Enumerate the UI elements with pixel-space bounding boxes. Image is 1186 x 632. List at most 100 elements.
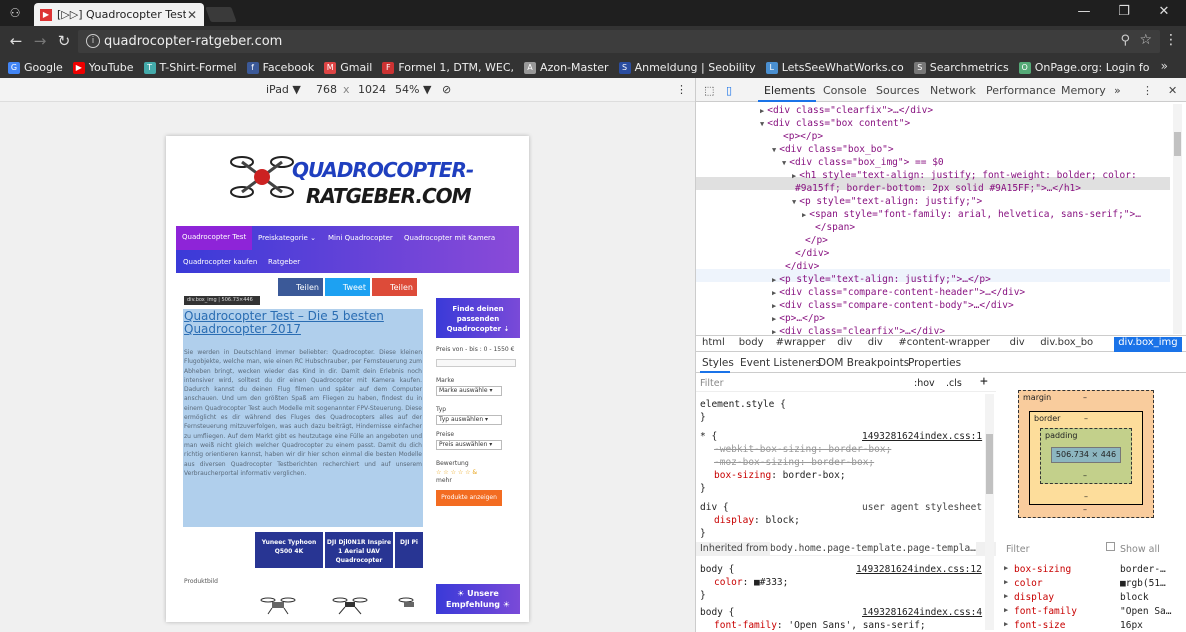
- computed-filter-input[interactable]: Filter: [1006, 544, 1030, 555]
- nav-item-kamera[interactable]: Quadrocopter mit Kamera: [404, 234, 495, 242]
- computed-row[interactable]: ▶ display block: [1002, 592, 1186, 606]
- display-decl[interactable]: display: block;: [714, 514, 800, 527]
- url-text[interactable]: quadrocopter-ratgeber.com: [104, 34, 282, 49]
- breadcrumb-item[interactable]: div: [837, 337, 852, 348]
- expand-arrow-icon[interactable]: ▶: [802, 211, 806, 219]
- recommendation-banner[interactable]: ☀ Unsere Empfehlung ☀: [436, 584, 520, 614]
- inspect-icon[interactable]: ⬚: [704, 84, 714, 97]
- nav-item-ratgeber[interactable]: Ratgeber: [268, 258, 300, 266]
- tab-memory[interactable]: Memory: [1061, 84, 1106, 97]
- close-window-button[interactable]: ✕: [1154, 4, 1174, 19]
- facebook-share-button[interactable]: Teilen: [278, 278, 323, 296]
- nav-item-mini[interactable]: Mini Quadrocopter: [328, 234, 393, 242]
- address-bar[interactable]: i quadrocopter-ratgeber.com ⚲ ☆: [78, 30, 1160, 53]
- dom-node[interactable]: ▶ <div class="compare-content-header">…</…: [772, 286, 1025, 299]
- tab-properties[interactable]: Properties: [908, 357, 961, 369]
- expand-arrow-icon[interactable]: ▶: [1004, 620, 1008, 628]
- site-logo[interactable]: QUADROCOPTER- RATGEBER.COM: [224, 144, 474, 224]
- typ-select[interactable]: Typ auswählen ▾: [436, 415, 502, 425]
- body-selector[interactable]: body {: [700, 563, 734, 576]
- more-tabs-icon[interactable]: »: [1114, 84, 1121, 97]
- computed-row[interactable]: ▶ box-sizing border-…: [1002, 564, 1186, 578]
- devtools-menu-icon[interactable]: ⋮: [1142, 84, 1153, 97]
- price-slider[interactable]: [436, 359, 516, 367]
- dom-node[interactable]: ▼ <div class="box_bo">: [772, 143, 894, 156]
- bookmark-item[interactable]: T T-Shirt-Formel: [143, 61, 237, 74]
- dom-node[interactable]: ▶ <span style="font-family: arial, helvet…: [802, 208, 1141, 221]
- box-model-margin[interactable]: margin – – border – – padding – 506.734 …: [1018, 390, 1154, 518]
- webkit-box-sizing[interactable]: -webkit-box-sizing: border-box;: [714, 443, 891, 456]
- tab-console[interactable]: Console: [823, 84, 867, 97]
- computed-row[interactable]: ▶ font-size 16px: [1002, 620, 1186, 632]
- moz-box-sizing[interactable]: -moz-box-sizing: border-box;: [714, 456, 874, 469]
- div-selector[interactable]: div {: [700, 501, 729, 514]
- finder-banner[interactable]: Finde deinen passenden Quadrocopter ⇣: [436, 298, 520, 338]
- font-family-decl[interactable]: font-family: 'Open Sans', sans-serif;: [714, 619, 926, 632]
- breadcrumb-item[interactable]: div.box_img: [1114, 337, 1182, 352]
- expand-arrow-icon[interactable]: ▼: [760, 120, 764, 128]
- breadcrumb-item[interactable]: #content-wrapper: [898, 337, 990, 348]
- dom-node[interactable]: ▼ <p style="text-align: justify;">: [792, 195, 982, 208]
- expand-arrow-icon[interactable]: ▶: [772, 289, 776, 297]
- bookmark-item[interactable]: f Facebook: [246, 61, 314, 74]
- rating-stars[interactable]: ☆ ☆ ☆ ☆ ☆ &: [436, 469, 520, 476]
- expand-arrow-icon[interactable]: ▶: [760, 107, 764, 115]
- breadcrumb-item[interactable]: div: [868, 337, 883, 348]
- expand-arrow-icon[interactable]: ▼: [792, 198, 796, 206]
- expand-arrow-icon[interactable]: ▶: [772, 315, 776, 323]
- new-rule-button[interactable]: +: [980, 375, 988, 388]
- nav-item-test[interactable]: Quadrocopter Test: [176, 226, 253, 250]
- breadcrumb-item[interactable]: div.box_bo: [1040, 337, 1093, 348]
- product-header[interactable]: DJI Djl0N1R Inspire 1 Aerial UAV Quadroc…: [325, 532, 393, 568]
- bookmark-item[interactable]: M Gmail: [324, 61, 372, 74]
- dom-node[interactable]: ▶ <p style="text-align: justify;">…</p>: [772, 273, 991, 286]
- tab-network[interactable]: Network: [930, 84, 976, 97]
- forward-icon[interactable]: →: [30, 32, 50, 50]
- cls-toggle[interactable]: .cls: [946, 377, 962, 390]
- dom-node[interactable]: ▼ <div class="box content">: [760, 117, 910, 130]
- box-sizing-decl[interactable]: box-sizing: border-box;: [714, 469, 846, 482]
- dom-scrollbar[interactable]: [1173, 104, 1182, 334]
- expand-arrow-icon[interactable]: ▼: [772, 146, 776, 154]
- expand-arrow-icon[interactable]: ▼: [782, 159, 786, 167]
- dom-node[interactable]: ▶ <div class="clearfix">…</div>: [760, 104, 933, 117]
- device-select[interactable]: iPad ▼: [266, 83, 301, 96]
- scroll-thumb[interactable]: [986, 434, 993, 494]
- tab-elements[interactable]: Elements: [764, 84, 815, 97]
- dom-node[interactable]: ▶ <div class="compare-content-body">…</di…: [772, 299, 1014, 312]
- expand-arrow-icon[interactable]: ▶: [792, 172, 796, 180]
- maximize-button[interactable]: ❐: [1114, 4, 1134, 19]
- tab-dom-breakpoints[interactable]: DOM Breakpoints: [818, 357, 909, 369]
- body-source-link[interactable]: 1493281624index.css:12: [856, 563, 982, 576]
- expand-arrow-icon[interactable]: ▶: [772, 276, 776, 284]
- tab-event-listeners[interactable]: Event Listeners: [740, 357, 821, 369]
- reload-icon[interactable]: ↻: [54, 32, 74, 50]
- tab-performance[interactable]: Performance: [986, 84, 1056, 97]
- device-toggle-icon[interactable]: ▯: [726, 84, 732, 97]
- nav-item-preiskategorie[interactable]: Preiskategorie ⌄: [258, 234, 316, 242]
- dom-node[interactable]: </p>: [802, 234, 828, 247]
- dom-node[interactable]: ▶ <h1 style="text-align: justify; font-we…: [792, 169, 1137, 182]
- dom-node[interactable]: </span>: [812, 221, 855, 234]
- bookmark-item[interactable]: S Searchmetrics: [913, 61, 1009, 74]
- dom-node[interactable]: </div>: [792, 247, 829, 260]
- expand-arrow-icon[interactable]: ▶: [1004, 564, 1008, 572]
- twitter-share-button[interactable]: Tweet: [325, 278, 370, 296]
- styles-filter-input[interactable]: Filter: [700, 377, 724, 390]
- new-tab-button[interactable]: [205, 7, 237, 22]
- scroll-thumb[interactable]: [1174, 132, 1181, 156]
- info-icon[interactable]: i: [86, 34, 100, 48]
- tab-styles[interactable]: Styles: [702, 357, 734, 369]
- close-tab-icon[interactable]: ✕: [186, 8, 198, 22]
- dom-node[interactable]: ▶ <p>…</p>: [772, 312, 825, 325]
- dom-node[interactable]: <p></p>: [780, 130, 823, 143]
- star-selector[interactable]: * {: [700, 430, 717, 443]
- bookmark-item[interactable]: ▶ YouTube: [72, 61, 134, 74]
- computed-row[interactable]: ▶ color ■rgb(51…: [1002, 578, 1186, 592]
- preise-select[interactable]: Preis auswählen ▾: [436, 440, 502, 450]
- dom-node[interactable]: </div>: [782, 260, 819, 273]
- box-model-padding[interactable]: padding – 506.734 × 446: [1040, 428, 1132, 484]
- zoom-select[interactable]: 54% ▼: [395, 83, 431, 96]
- show-products-button[interactable]: Produkte anzeigen: [436, 490, 502, 506]
- box-model-content[interactable]: 506.734 × 446: [1051, 447, 1121, 463]
